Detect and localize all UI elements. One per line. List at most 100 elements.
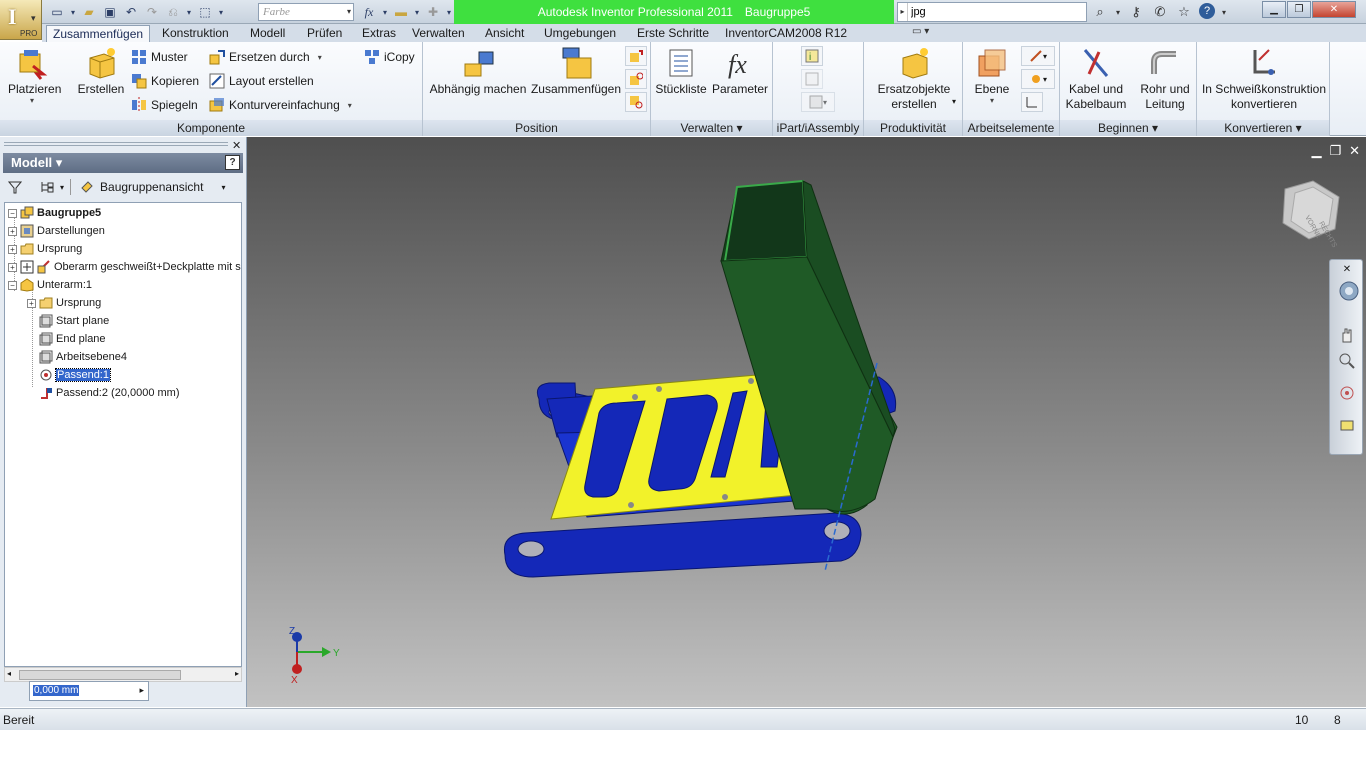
ribbon-display-toggle[interactable]: ▭ ▾ [912, 26, 929, 37]
help-icon[interactable]: ? [1199, 3, 1215, 19]
view-mode-label[interactable]: Baugruppenansicht [100, 180, 203, 194]
measure-icon[interactable]: ▬ [392, 3, 410, 21]
tree-item-end-plane[interactable]: End plane [39, 330, 106, 348]
panel-grip[interactable] [4, 142, 228, 146]
stueckliste-button[interactable]: Stückliste [655, 46, 707, 97]
return-dropdown-icon[interactable]: ▾ [185, 3, 193, 21]
flyout-arrow-icon[interactable]: ▸ [139, 685, 144, 696]
panel-title-beginnen[interactable]: Beginnen ▾ [1060, 120, 1196, 136]
tab-erste-schritte[interactable]: Erste Schritte [631, 25, 715, 42]
steering-wheel-icon[interactable] [1338, 280, 1359, 301]
scrollbar-thumb[interactable] [19, 670, 181, 680]
help-dropdown-icon[interactable]: ▾ [1221, 3, 1227, 21]
chevron-down-icon[interactable]: ▾ [952, 97, 956, 106]
tree-item-ursprung-sub[interactable]: + Ursprung [27, 294, 101, 312]
abhaengig-machen-button[interactable]: Abhängig machen [427, 46, 529, 97]
new-dropdown-icon[interactable]: ▾ [69, 3, 77, 21]
tree-horizontal-scrollbar[interactable]: ◂ ▸ [4, 667, 242, 682]
kopieren-button[interactable]: Kopieren [131, 71, 199, 91]
browser-header[interactable]: Modell ▾ ? [3, 153, 243, 173]
tree-item-darstellungen[interactable]: + Darstellungen [8, 222, 105, 240]
redo-icon[interactable]: ↷ [143, 3, 161, 21]
tab-umgebungen[interactable]: Umgebungen [538, 25, 622, 42]
chevron-down-icon[interactable]: ▾ [60, 183, 64, 192]
tab-pruefen[interactable]: Prüfen [301, 25, 348, 42]
tab-ansicht[interactable]: Ansicht [479, 25, 530, 42]
restore-button[interactable]: ❐ [1287, 1, 1311, 18]
zoom-icon[interactable] [1338, 352, 1356, 370]
expand-icon[interactable]: + [8, 226, 17, 236]
tree-item-start-plane[interactable]: Start plane [39, 312, 109, 330]
panel-title-konvertieren[interactable]: Konvertieren ▾ [1197, 120, 1329, 136]
work-point-button[interactable]: ▾ [1021, 69, 1055, 89]
erstellen-button[interactable]: Erstellen [76, 46, 126, 97]
ersetzen-button[interactable]: Ersetzen durch ▾ [209, 47, 322, 67]
tab-verwalten[interactable]: Verwalten [406, 25, 471, 42]
create-ipart-button[interactable]: i [801, 46, 823, 66]
favorites-star-icon[interactable]: ☆ [1175, 3, 1193, 21]
close-button[interactable]: ✕ [1312, 1, 1356, 18]
tab-konstruktion[interactable]: Konstruktion [156, 25, 235, 42]
ersatzobjekte-button[interactable]: Ersatzobjekte erstellen [874, 46, 954, 112]
plus-icon[interactable]: ✚ [424, 3, 442, 21]
collapse-icon[interactable]: − [8, 208, 17, 218]
expand-icon[interactable]: + [8, 244, 17, 254]
measure-dropdown-icon[interactable]: ▾ [413, 3, 421, 21]
new-file-icon[interactable]: ▭ [48, 3, 66, 21]
tree-item-unterarm[interactable]: − Unterarm:1 [8, 276, 92, 294]
minimize-button[interactable]: ▁ [1262, 1, 1286, 18]
close-icon[interactable]: ✕ [232, 139, 241, 152]
plus-dropdown-icon[interactable]: ▾ [445, 3, 453, 21]
hierarchy-icon[interactable] [40, 180, 54, 194]
pan-icon[interactable] [1338, 326, 1356, 344]
offset-input[interactable]: 0,000 mm ▸ [29, 681, 149, 701]
tree-item-passend1[interactable]: Passend:1 [39, 366, 111, 384]
undo-icon[interactable]: ↶ [122, 3, 140, 21]
chevron-down-icon[interactable]: ▾ [221, 183, 225, 192]
binoculars-dropdown-icon[interactable]: ▾ [1115, 3, 1121, 21]
fx-dropdown-icon[interactable]: ▾ [381, 3, 389, 21]
save-icon[interactable]: ▣ [101, 3, 119, 21]
orbit-icon[interactable] [1338, 384, 1356, 402]
parameter-button[interactable]: fx Parameter [711, 46, 769, 97]
look-at-icon[interactable] [1338, 416, 1356, 434]
kabel-button[interactable]: Kabel und Kabelbaum [1064, 46, 1128, 112]
search-box[interactable]: ▸ [897, 2, 1087, 22]
layout-erstellen-button[interactable]: Layout erstellen [209, 71, 314, 91]
rotate-component-button[interactable] [625, 69, 647, 89]
return-icon[interactable]: ⎌ [164, 3, 182, 21]
tree-item-passend2[interactable]: Passend:2 (20,0000 mm) [39, 384, 180, 402]
color-combo[interactable]: Farbe ▾ [258, 3, 354, 21]
move-component-button[interactable] [625, 46, 647, 66]
viewcube[interactable]: VORNE RECHTS [1282, 180, 1340, 249]
subscription-key-icon[interactable]: ⚷ [1127, 3, 1145, 21]
muster-button[interactable]: Muster [131, 47, 188, 67]
edit-factory-button[interactable] [801, 69, 823, 89]
spiegeln-button[interactable]: Spiegeln [131, 95, 198, 115]
fx-icon[interactable]: fx [360, 3, 378, 21]
ucs-button[interactable] [1021, 92, 1043, 112]
work-axis-button[interactable]: ▾ [1021, 46, 1055, 66]
tree-item-arbeitsebene4[interactable]: Arbeitsebene4 [39, 348, 127, 366]
panel-title-verwalten[interactable]: Verwalten ▾ [651, 120, 772, 136]
schweisskonstruktion-button[interactable]: In Schweißkonstruktion konvertieren [1199, 46, 1329, 112]
tree-item-root[interactable]: − Baugruppe5 [8, 204, 101, 222]
generate-files-button[interactable]: ▾ [801, 92, 835, 112]
filter-icon[interactable] [8, 180, 22, 194]
select-dropdown-icon[interactable]: ▾ [217, 3, 225, 21]
ebene-button[interactable]: Ebene ▾ [971, 46, 1013, 105]
scroll-right-icon[interactable]: ▸ [235, 669, 239, 678]
search-input[interactable] [908, 4, 1078, 20]
expand-icon[interactable]: + [8, 262, 17, 272]
rohr-button[interactable]: Rohr und Leitung [1136, 46, 1194, 112]
select-icon[interactable]: ⬚ [196, 3, 214, 21]
konturvereinfachung-button[interactable]: Konturvereinfachung ▾ [209, 95, 352, 115]
open-folder-icon[interactable]: ▰ [80, 3, 98, 21]
tab-modell[interactable]: Modell [244, 25, 291, 42]
application-menu-button[interactable]: I ▾ PRO [0, 0, 42, 40]
tab-extras[interactable]: Extras [356, 25, 402, 42]
tree-item-ursprung[interactable]: + Ursprung [8, 240, 82, 258]
graphics-window[interactable]: ▁ ❐ ✕ VORNE RECHTS Z Y X ✕ [247, 137, 1366, 707]
collapse-icon[interactable]: − [8, 280, 17, 290]
zusammenfuegen-button[interactable]: Zusammenfügen [530, 46, 622, 97]
